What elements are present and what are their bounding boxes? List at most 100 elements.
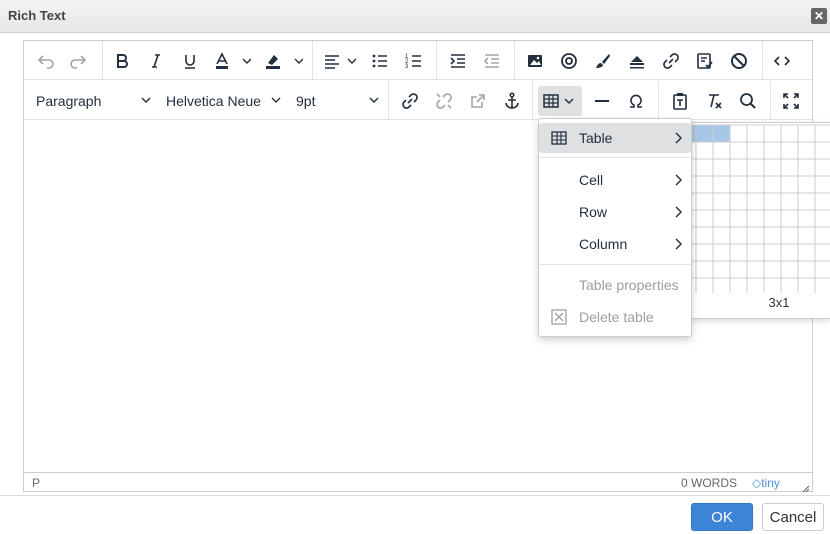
highlight-color-button[interactable]: [260, 46, 306, 76]
table-grid-cell[interactable]: [695, 209, 714, 228]
resize-handle-icon[interactable]: [802, 482, 810, 493]
tiny-branding[interactable]: ◇tiny: [752, 476, 780, 490]
text-color-button[interactable]: [210, 46, 254, 76]
fullscreen-button[interactable]: [777, 86, 805, 116]
table-grid-cell[interactable]: [695, 175, 714, 194]
numbered-list-button[interactable]: 123: [400, 46, 428, 76]
table-grid-cell[interactable]: [814, 141, 830, 160]
cancel-button[interactable]: Cancel: [762, 503, 824, 531]
table-grid-cell[interactable]: [712, 243, 731, 262]
table-grid-cell[interactable]: [712, 192, 731, 211]
table-grid-cell[interactable]: [763, 141, 782, 160]
horizontal-rule-button[interactable]: [588, 86, 616, 116]
table-grid-cell[interactable]: [763, 158, 782, 177]
code-button[interactable]: [768, 46, 796, 76]
table-grid-cell[interactable]: [712, 260, 731, 279]
table-grid-cell[interactable]: [746, 209, 765, 228]
table-grid-cell[interactable]: [797, 158, 816, 177]
clear-format-button[interactable]: [700, 86, 728, 116]
table-grid-cell[interactable]: [729, 141, 748, 160]
font-family-dropdown[interactable]: Helvetica Neue: [158, 86, 286, 116]
table-grid-cell[interactable]: [797, 175, 816, 194]
table-grid-cell[interactable]: [712, 124, 731, 143]
menu-item-column[interactable]: Column: [539, 229, 691, 259]
redo-button[interactable]: [64, 46, 92, 76]
table-grid-cell[interactable]: [712, 141, 731, 160]
table-grid-cell[interactable]: [814, 124, 830, 143]
table-grid-cell[interactable]: [763, 243, 782, 262]
table-grid-cell[interactable]: [746, 175, 765, 194]
table-grid-cell[interactable]: [814, 209, 830, 228]
table-grid-cell[interactable]: [780, 260, 799, 279]
table-grid-cell[interactable]: [763, 277, 782, 293]
table-grid-cell[interactable]: [780, 209, 799, 228]
table-grid-cell[interactable]: [814, 243, 830, 262]
table-grid-cell[interactable]: [763, 175, 782, 194]
menu-item-cell[interactable]: Cell: [539, 165, 691, 195]
table-grid-cell[interactable]: [797, 209, 816, 228]
search-button[interactable]: [734, 86, 762, 116]
table-grid-cell[interactable]: [729, 209, 748, 228]
table-grid-cell[interactable]: [814, 277, 830, 293]
table-grid-cell[interactable]: [763, 124, 782, 143]
indent-button[interactable]: [444, 46, 472, 76]
table-grid-cell[interactable]: [746, 277, 765, 293]
menu-item-table-properties[interactable]: Table properties: [539, 270, 691, 300]
template-button[interactable]: [691, 46, 719, 76]
table-grid-cell[interactable]: [712, 277, 731, 293]
table-grid-cell[interactable]: [797, 141, 816, 160]
table-grid-cell[interactable]: [695, 226, 714, 245]
table-grid-cell[interactable]: [763, 192, 782, 211]
block-format-dropdown[interactable]: Paragraph: [28, 86, 156, 116]
table-grid-cell[interactable]: [814, 192, 830, 211]
menu-item-table[interactable]: Table: [539, 123, 691, 153]
special-character-button[interactable]: [622, 86, 650, 116]
table-grid-cell[interactable]: [780, 192, 799, 211]
anchor-button[interactable]: [498, 86, 526, 116]
bold-button[interactable]: [108, 46, 136, 76]
table-grid-cell[interactable]: [695, 260, 714, 279]
media-button[interactable]: [555, 46, 583, 76]
table-grid-cell[interactable]: [763, 209, 782, 228]
table-grid-cell[interactable]: [729, 124, 748, 143]
close-button[interactable]: ✕: [811, 8, 827, 24]
menu-item-delete-table[interactable]: Delete table: [539, 302, 691, 332]
table-grid-cell[interactable]: [780, 243, 799, 262]
table-grid-cell[interactable]: [797, 260, 816, 279]
unlink-button[interactable]: [430, 86, 458, 116]
table-grid-cell[interactable]: [797, 124, 816, 143]
table-grid-cell[interactable]: [814, 226, 830, 245]
table-grid-cell[interactable]: [729, 226, 748, 245]
stamp-button[interactable]: [623, 46, 651, 76]
table-grid-cell[interactable]: [712, 226, 731, 245]
table-grid-cell[interactable]: [695, 158, 714, 177]
table-grid-cell[interactable]: [814, 158, 830, 177]
table-grid-cell[interactable]: [797, 243, 816, 262]
table-button[interactable]: [538, 86, 582, 116]
table-grid-cell[interactable]: [746, 124, 765, 143]
link-button[interactable]: [657, 46, 685, 76]
underline-button[interactable]: [176, 46, 204, 76]
table-grid-cell[interactable]: [746, 226, 765, 245]
element-path[interactable]: P: [32, 476, 40, 490]
paste-text-button[interactable]: [666, 86, 694, 116]
table-grid-cell[interactable]: [729, 277, 748, 293]
table-grid-cell[interactable]: [712, 175, 731, 194]
table-grid-cell[interactable]: [746, 141, 765, 160]
image-button[interactable]: [521, 46, 549, 76]
table-grid-cell[interactable]: [695, 141, 714, 160]
align-button[interactable]: [320, 46, 360, 76]
table-grid-cell[interactable]: [695, 277, 714, 293]
open-link-button[interactable]: [464, 86, 492, 116]
table-grid-cell[interactable]: [712, 158, 731, 177]
table-grid-cell[interactable]: [780, 226, 799, 245]
ok-button[interactable]: OK: [691, 503, 753, 531]
table-grid-cell[interactable]: [780, 277, 799, 293]
menu-item-row[interactable]: Row: [539, 197, 691, 227]
table-grid-cell[interactable]: [729, 243, 748, 262]
table-grid-cell[interactable]: [746, 192, 765, 211]
table-grid-cell[interactable]: [695, 192, 714, 211]
word-count[interactable]: 0 WORDS: [681, 476, 737, 490]
table-grid-cell[interactable]: [729, 158, 748, 177]
table-grid-cell[interactable]: [797, 226, 816, 245]
